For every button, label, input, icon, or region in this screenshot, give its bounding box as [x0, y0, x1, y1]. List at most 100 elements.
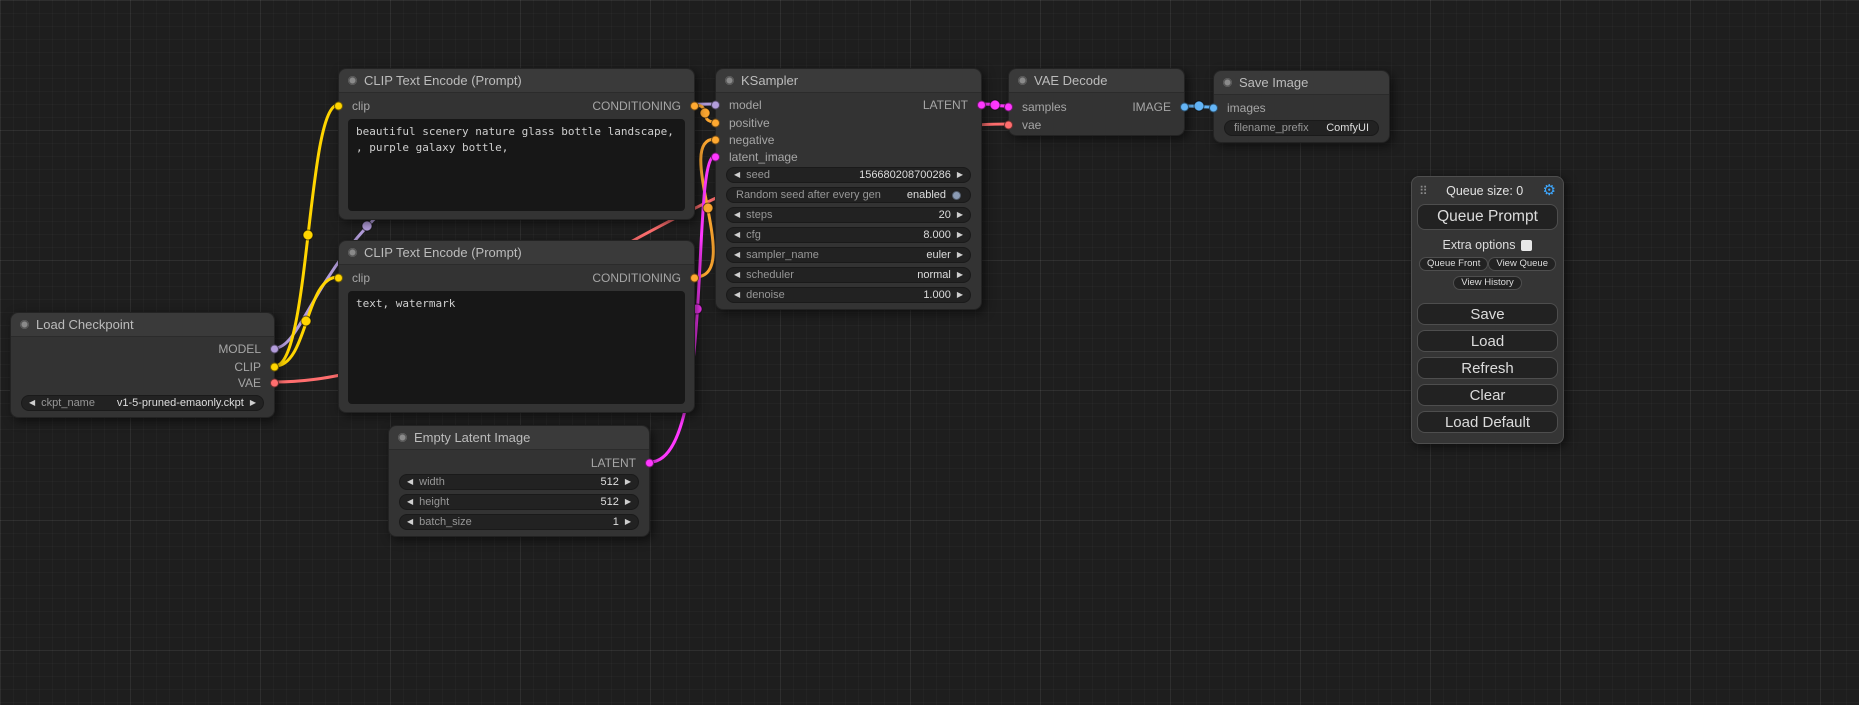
node-title-bar[interactable]: KSampler — [716, 69, 981, 93]
increment-arrow-icon[interactable]: ▶ — [957, 271, 963, 279]
slot-label: vae — [1022, 118, 1041, 132]
increment-arrow-icon[interactable]: ▶ — [957, 231, 963, 239]
widget-seed[interactable]: ◀ seed 156680208700286 ▶ — [726, 167, 971, 183]
widget-scheduler[interactable]: ◀ scheduler normal ▶ — [726, 267, 971, 283]
node-title-bar[interactable]: VAE Decode — [1009, 69, 1184, 93]
increment-arrow-icon[interactable]: ▶ — [250, 399, 256, 407]
decrement-arrow-icon[interactable]: ◀ — [407, 478, 413, 486]
widget-value: 20 — [939, 209, 951, 221]
collapse-dot[interactable] — [1223, 78, 1232, 87]
menu-header: ⠿ Queue size: 0 ⚙ — [1417, 182, 1558, 199]
decrement-arrow-icon[interactable]: ◀ — [407, 518, 413, 526]
decrement-arrow-icon[interactable]: ◀ — [407, 498, 413, 506]
widget-cfg[interactable]: ◀ cfg 8.000 ▶ — [726, 227, 971, 243]
collapse-dot[interactable] — [348, 248, 357, 257]
node-empty-latent-image[interactable]: Empty Latent Image LATENT ◀ width 512 ▶ … — [388, 425, 650, 537]
load-default-button[interactable]: Load Default — [1417, 411, 1558, 433]
increment-arrow-icon[interactable]: ▶ — [625, 478, 631, 486]
node-title: CLIP Text Encode (Prompt) — [364, 245, 522, 260]
widget-height[interactable]: ◀ height 512 ▶ — [399, 494, 639, 510]
collapse-dot[interactable] — [725, 76, 734, 85]
clip-output-dot[interactable] — [270, 363, 279, 372]
collapse-dot[interactable] — [20, 320, 29, 329]
node-title-bar[interactable]: CLIP Text Encode (Prompt) — [339, 241, 694, 265]
input-slot-negative: negative — [716, 132, 981, 148]
collapse-dot[interactable] — [348, 76, 357, 85]
drag-handle-icon[interactable]: ⠿ — [1419, 184, 1427, 198]
link-dot-conditioning-positive[interactable] — [700, 108, 710, 118]
extra-options-checkbox[interactable] — [1521, 240, 1532, 251]
link-dot-conditioning-negative[interactable] — [703, 203, 713, 213]
vae-input-dot[interactable] — [1004, 121, 1013, 130]
link-dot-clip-positive[interactable] — [303, 230, 313, 240]
decrement-arrow-icon[interactable]: ◀ — [734, 231, 740, 239]
widget-sampler-name[interactable]: ◀ sampler_name euler ▶ — [726, 247, 971, 263]
increment-arrow-icon[interactable]: ▶ — [957, 251, 963, 259]
queue-front-button[interactable]: Queue Front — [1419, 257, 1488, 271]
node-load-checkpoint[interactable]: Load Checkpoint MODEL CLIP VAE ◀ ckpt_na… — [10, 312, 275, 418]
widget-label: Random seed after every gen — [736, 189, 881, 201]
graph-canvas[interactable]: Load Checkpoint MODEL CLIP VAE ◀ ckpt_na… — [0, 0, 1859, 705]
widget-denoise[interactable]: ◀ denoise 1.000 ▶ — [726, 287, 971, 303]
latent-output-dot[interactable] — [977, 101, 986, 110]
node-title-bar[interactable]: Load Checkpoint — [11, 313, 274, 337]
decrement-arrow-icon[interactable]: ◀ — [734, 171, 740, 179]
view-queue-button[interactable]: View Queue — [1488, 257, 1556, 271]
vae-output-dot[interactable] — [270, 379, 279, 388]
link-dot-model[interactable] — [362, 221, 372, 231]
node-title-bar[interactable]: CLIP Text Encode (Prompt) — [339, 69, 694, 93]
negative-input-dot[interactable] — [711, 136, 720, 145]
latent-image-input-dot[interactable] — [711, 153, 720, 162]
node-title-bar[interactable]: Save Image — [1214, 71, 1389, 95]
decrement-arrow-icon[interactable]: ◀ — [734, 291, 740, 299]
model-output-dot[interactable] — [270, 345, 279, 354]
decrement-arrow-icon[interactable]: ◀ — [734, 211, 740, 219]
widget-value: 1.000 — [923, 289, 951, 301]
decrement-arrow-icon[interactable]: ◀ — [29, 399, 35, 407]
increment-arrow-icon[interactable]: ▶ — [625, 518, 631, 526]
widget-batch-size[interactable]: ◀ batch_size 1 ▶ — [399, 514, 639, 530]
save-button[interactable]: Save — [1417, 303, 1558, 325]
load-button[interactable]: Load — [1417, 330, 1558, 352]
link-dot-clip-negative[interactable] — [301, 316, 311, 326]
widget-random-seed-toggle[interactable]: Random seed after every gen enabled — [726, 187, 971, 203]
latent-output-dot[interactable] — [645, 459, 654, 468]
images-input-dot[interactable] — [1209, 104, 1218, 113]
slot-label: MODEL — [218, 342, 261, 356]
conditioning-output-dot[interactable] — [690, 102, 699, 111]
refresh-button[interactable]: Refresh — [1417, 357, 1558, 379]
settings-gear-icon[interactable]: ⚙ — [1543, 183, 1556, 198]
view-history-button[interactable]: View History — [1453, 276, 1522, 290]
node-ksampler[interactable]: KSampler model LATENT positive negative … — [715, 68, 982, 310]
clear-button[interactable]: Clear — [1417, 384, 1558, 406]
positive-input-dot[interactable] — [711, 119, 720, 128]
increment-arrow-icon[interactable]: ▶ — [957, 171, 963, 179]
image-output-dot[interactable] — [1180, 103, 1189, 112]
collapse-dot[interactable] — [1018, 76, 1027, 85]
increment-arrow-icon[interactable]: ▶ — [957, 291, 963, 299]
widget-ckpt-name[interactable]: ◀ ckpt_name v1-5-pruned-emaonly.ckpt ▶ — [21, 395, 264, 411]
negative-prompt-textarea[interactable]: text, watermark — [348, 291, 685, 404]
slot-label: CONDITIONING — [592, 99, 681, 113]
decrement-arrow-icon[interactable]: ◀ — [734, 271, 740, 279]
widget-value: 512 — [600, 476, 618, 488]
toggle-knob[interactable] — [952, 191, 961, 200]
link-dot-latent-vae[interactable] — [990, 100, 1000, 110]
positive-prompt-textarea[interactable]: beautiful scenery nature glass bottle la… — [348, 119, 685, 211]
node-clip-text-encode-positive[interactable]: CLIP Text Encode (Prompt) clip CONDITION… — [338, 68, 695, 220]
widget-steps[interactable]: ◀ steps 20 ▶ — [726, 207, 971, 223]
output-slot-vae: VAE — [11, 375, 274, 391]
node-save-image[interactable]: Save Image images filename_prefix ComfyU… — [1213, 70, 1390, 143]
node-clip-text-encode-negative[interactable]: CLIP Text Encode (Prompt) clip CONDITION… — [338, 240, 695, 413]
widget-width[interactable]: ◀ width 512 ▶ — [399, 474, 639, 490]
conditioning-output-dot[interactable] — [690, 274, 699, 283]
node-vae-decode[interactable]: VAE Decode samples IMAGE vae — [1008, 68, 1185, 136]
queue-prompt-button[interactable]: Queue Prompt — [1417, 204, 1558, 230]
collapse-dot[interactable] — [398, 433, 407, 442]
widget-filename-prefix[interactable]: filename_prefix ComfyUI — [1224, 120, 1379, 136]
increment-arrow-icon[interactable]: ▶ — [625, 498, 631, 506]
decrement-arrow-icon[interactable]: ◀ — [734, 251, 740, 259]
increment-arrow-icon[interactable]: ▶ — [957, 211, 963, 219]
node-title-bar[interactable]: Empty Latent Image — [389, 426, 649, 450]
link-dot-image[interactable] — [1194, 101, 1204, 111]
